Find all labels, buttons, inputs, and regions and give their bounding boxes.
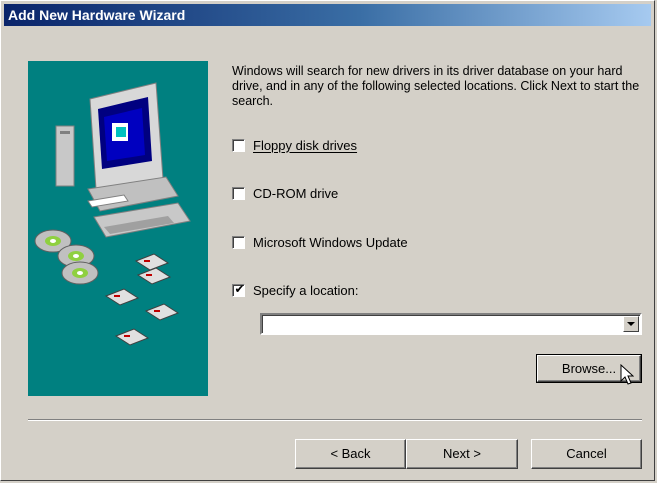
computer-and-disks-illustration bbox=[34, 82, 191, 346]
cdrom-checkbox[interactable] bbox=[232, 186, 245, 200]
chevron-down-icon bbox=[627, 322, 635, 326]
cancel-button[interactable]: Cancel bbox=[531, 439, 642, 469]
specify-location-label: Specify a location: bbox=[253, 282, 359, 298]
wizard-description: Windows will search for new drivers in i… bbox=[232, 64, 640, 108]
floppy-option[interactable]: Floppy disk drives bbox=[232, 136, 357, 154]
separator bbox=[28, 419, 642, 421]
windows-update-option[interactable]: Microsoft Windows Update bbox=[232, 233, 408, 251]
windows-update-label: Microsoft Windows Update bbox=[253, 234, 408, 250]
back-button[interactable]: < Back bbox=[295, 439, 406, 469]
mouse-pointer-icon bbox=[620, 363, 635, 391]
specify-location-option[interactable]: ✔ Specify a location: bbox=[232, 281, 359, 299]
floppy-checkbox[interactable] bbox=[232, 138, 245, 152]
floppy-label: Floppy disk drives bbox=[253, 137, 358, 153]
checkmark-icon: ✔ bbox=[234, 281, 245, 296]
next-button[interactable]: Next > bbox=[406, 439, 518, 469]
specify-location-checkbox[interactable]: ✔ bbox=[232, 281, 245, 297]
dropdown-arrow-button[interactable] bbox=[623, 316, 639, 332]
window-title: Add New Hardware Wizard bbox=[8, 7, 186, 23]
cdrom-option[interactable]: CD-ROM drive bbox=[232, 184, 338, 202]
windows-update-checkbox[interactable] bbox=[232, 235, 245, 249]
wizard-window: Add New Hardware Wizard Windows will sea… bbox=[0, 0, 655, 481]
wizard-graphic bbox=[28, 61, 208, 396]
cdrom-label: CD-ROM drive bbox=[253, 185, 339, 201]
location-combobox[interactable] bbox=[260, 313, 642, 335]
title-bar[interactable]: Add New Hardware Wizard bbox=[4, 4, 651, 26]
